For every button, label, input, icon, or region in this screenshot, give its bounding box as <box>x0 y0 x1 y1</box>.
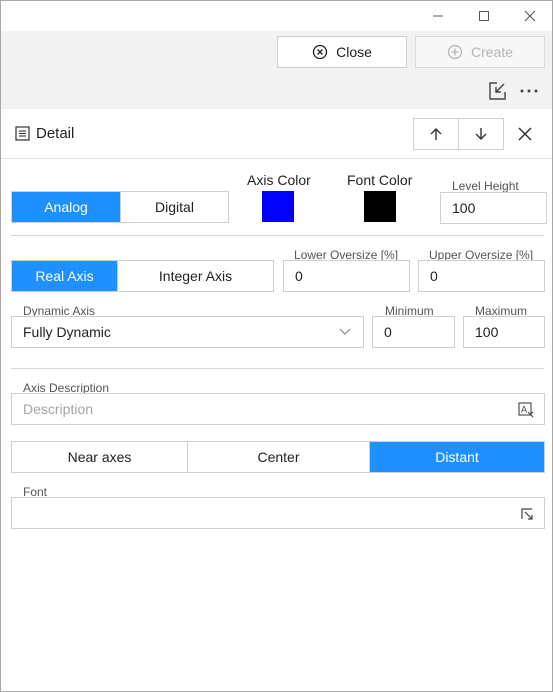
near-axes-option[interactable]: Near axes <box>12 442 187 472</box>
minimum-input[interactable]: 0 <box>372 316 455 348</box>
close-icon <box>524 10 536 22</box>
axis-description-input[interactable]: Description A <box>11 393 545 425</box>
section-divider <box>11 368 544 369</box>
detail-title-label: Detail <box>36 125 75 142</box>
chevron-down-icon <box>339 328 351 336</box>
lower-oversize-input[interactable]: 0 <box>283 260 410 292</box>
minimum-value: 0 <box>384 324 392 340</box>
arrow-up-icon <box>430 128 442 140</box>
level-height-label: Level Height <box>452 179 519 193</box>
create-button[interactable]: Create <box>415 36 545 68</box>
close-button-label: Close <box>336 44 372 60</box>
maximize-button[interactable] <box>461 1 507 31</box>
font-input[interactable] <box>11 497 545 529</box>
integer-axis-option[interactable]: Integer Axis <box>117 261 273 291</box>
axis-color-swatch[interactable] <box>262 191 294 222</box>
font-color-label: Font Color <box>347 172 413 188</box>
more-options-button[interactable] <box>517 79 541 103</box>
toolbar: Close Create <box>1 31 552 109</box>
center-option[interactable]: Center <box>187 442 369 472</box>
close-icon <box>518 127 532 141</box>
upper-oversize-value: 0 <box>430 268 438 284</box>
maximize-icon <box>479 11 489 21</box>
digital-option[interactable]: Digital <box>120 192 228 222</box>
level-height-input[interactable]: 100 <box>440 192 547 224</box>
real-axis-option[interactable]: Real Axis <box>12 261 117 291</box>
move-up-button[interactable] <box>414 119 458 149</box>
list-icon <box>15 126 30 141</box>
move-down-button[interactable] <box>458 119 503 149</box>
more-icon <box>520 89 538 93</box>
open-external-icon <box>489 82 506 100</box>
dynamic-axis-value: Fully Dynamic <box>23 324 111 340</box>
lower-oversize-value: 0 <box>295 268 303 284</box>
distant-option[interactable]: Distant <box>369 442 544 472</box>
dynamic-axis-select[interactable]: Fully Dynamic <box>11 316 364 348</box>
font-color-swatch[interactable] <box>364 191 396 222</box>
svg-text:A: A <box>521 406 528 416</box>
minimize-icon <box>433 15 443 17</box>
upper-oversize-input[interactable]: 0 <box>418 260 545 292</box>
axis-description-placeholder: Description <box>23 401 94 417</box>
detail-title: Detail <box>15 125 74 142</box>
axis-position-toggle: Near axes Center Distant <box>11 441 545 473</box>
navigation-arrows <box>413 118 504 150</box>
detail-header: Detail <box>1 109 552 159</box>
arrow-down-icon <box>475 128 487 140</box>
analog-option[interactable]: Analog <box>12 192 120 222</box>
text-edit-icon[interactable]: A <box>518 402 534 418</box>
title-bar <box>1 1 552 31</box>
open-external-button[interactable] <box>485 79 509 103</box>
maximum-value: 100 <box>475 324 499 340</box>
create-button-label: Create <box>470 44 514 60</box>
scale-type-toggle: Analog Digital <box>11 191 229 223</box>
close-circle-icon <box>312 44 328 60</box>
dialog-window: Close Create Detail Analog Digital Axis … <box>0 0 553 692</box>
axis-color-label: Axis Color <box>247 172 311 188</box>
maximum-input[interactable]: 100 <box>463 316 545 348</box>
detail-close-button[interactable] <box>513 122 537 146</box>
font-picker-icon[interactable] <box>520 507 534 521</box>
close-button[interactable]: Close <box>277 36 407 68</box>
add-circle-icon <box>447 44 463 60</box>
minimize-button[interactable] <box>415 1 461 31</box>
section-divider <box>11 235 544 236</box>
window-close-button[interactable] <box>507 1 552 31</box>
axis-kind-toggle: Real Axis Integer Axis <box>11 260 274 292</box>
level-height-value: 100 <box>452 200 476 216</box>
